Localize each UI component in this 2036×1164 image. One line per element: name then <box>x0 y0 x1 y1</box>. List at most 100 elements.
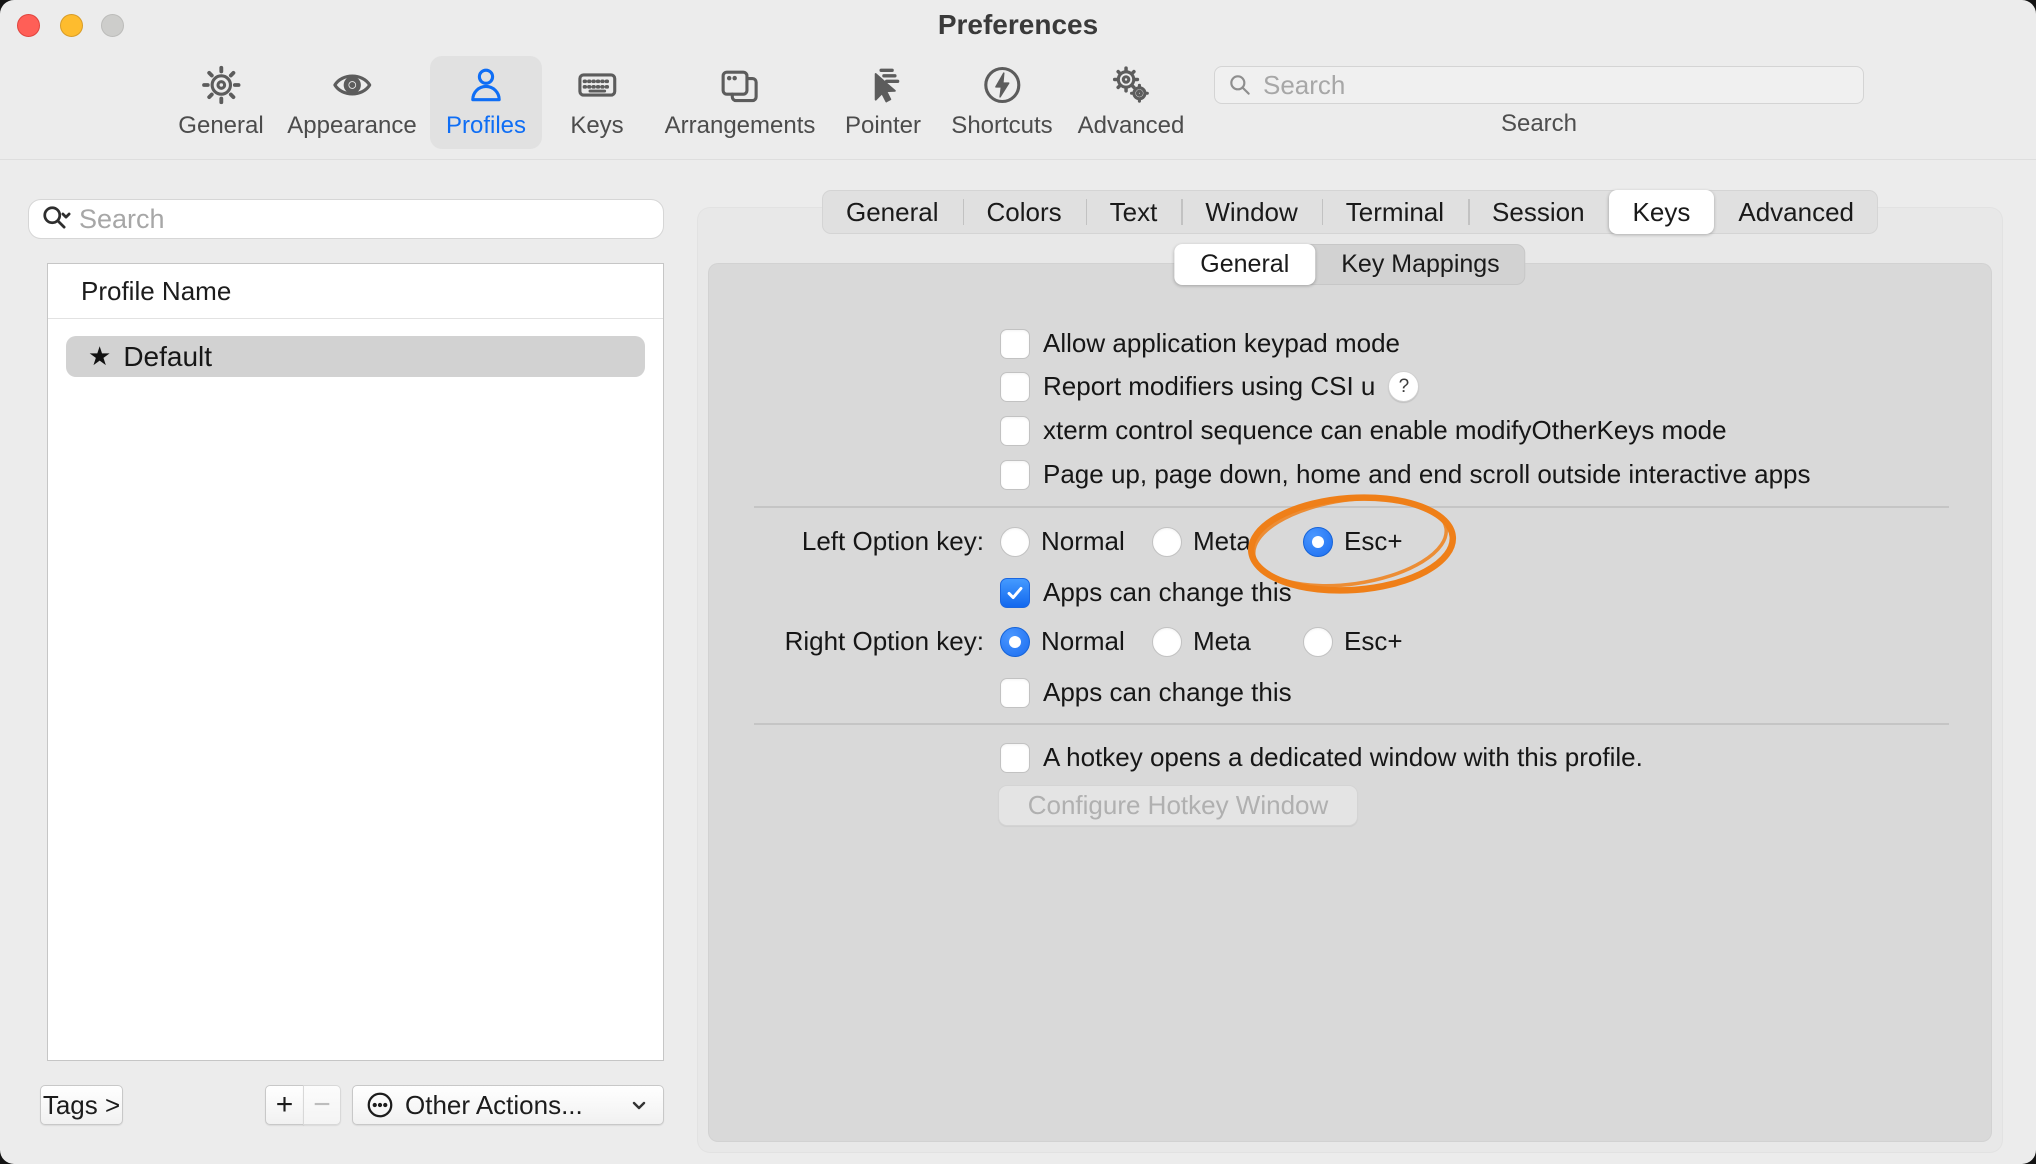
other-actions-label: Other Actions... <box>405 1090 583 1121</box>
toolbar-search-input[interactable] <box>1263 70 1851 101</box>
toolbar-item-label: Shortcuts <box>951 112 1052 140</box>
checkbox-right-apps-can-change[interactable] <box>1000 678 1030 708</box>
toolbar-item-label: Pointer <box>845 112 921 140</box>
left-option-esc[interactable]: Esc+ <box>1303 526 1403 557</box>
row-left-option-key: Left Option key: Normal Meta Esc+ <box>708 526 1992 557</box>
window-title: Preferences <box>0 9 2036 41</box>
search-icon <box>1227 72 1253 98</box>
toolbar-item-general[interactable]: General <box>162 56 279 149</box>
checkbox-label: xterm control sequence can enable modify… <box>1043 415 1727 446</box>
radio-label: Esc+ <box>1344 626 1403 657</box>
toolbar-item-profiles[interactable]: Profiles <box>430 56 542 149</box>
chevron-down-icon <box>627 1093 651 1117</box>
checkbox-label: Page up, page down, home and end scroll … <box>1043 459 1811 490</box>
profile-tabs: General Colors Text Window Terminal Sess… <box>822 190 1878 234</box>
radio-label: Meta <box>1193 526 1251 557</box>
person-icon <box>464 63 508 107</box>
toolbar-item-arrangements[interactable]: Arrangements <box>649 56 832 149</box>
toolbar-item-label: General <box>178 112 263 140</box>
toolbar-search-caption: Search <box>1214 110 1864 138</box>
profile-name: Default <box>123 341 212 373</box>
right-option-meta[interactable]: Meta <box>1152 626 1251 657</box>
radio-esc[interactable] <box>1303 627 1333 657</box>
profile-search-field[interactable] <box>28 199 664 239</box>
profile-row-default[interactable]: ★ Default <box>66 336 645 377</box>
radio-meta[interactable] <box>1152 627 1182 657</box>
row-keypad-mode: Allow application keypad mode <box>1000 328 1400 359</box>
tab-general[interactable]: General <box>822 190 963 234</box>
keyboard-icon <box>575 63 619 107</box>
right-option-key-label: Right Option key: <box>708 626 984 657</box>
tab-colors[interactable]: Colors <box>962 190 1085 234</box>
radio-esc-selected[interactable] <box>1303 527 1333 557</box>
tab-window[interactable]: Window <box>1181 190 1321 234</box>
tab-advanced[interactable]: Advanced <box>1714 190 1878 234</box>
toolbar-item-label: Arrangements <box>665 112 816 140</box>
ellipsis-circle-icon <box>365 1090 395 1120</box>
radio-label: Esc+ <box>1344 526 1403 557</box>
checkbox-left-apps-can-change[interactable] <box>1000 578 1030 608</box>
search-menu-icon <box>41 204 71 234</box>
configure-hotkey-window-button: Configure Hotkey Window <box>998 785 1358 826</box>
radio-label: Meta <box>1193 626 1251 657</box>
left-option-normal[interactable]: Normal <box>1000 526 1125 557</box>
radio-normal[interactable] <box>1000 527 1030 557</box>
right-option-esc[interactable]: Esc+ <box>1303 626 1403 657</box>
toolbar-item-pointer[interactable]: Pointer <box>829 56 937 149</box>
divider <box>754 723 1949 725</box>
subtab-key-mappings[interactable]: Key Mappings <box>1315 244 1525 285</box>
titlebar: Preferences <box>0 0 2036 48</box>
toolbar-item-shortcuts[interactable]: Shortcuts <box>935 56 1068 149</box>
remove-profile-button: − <box>303 1085 341 1125</box>
toolbar-item-label: Keys <box>570 112 623 140</box>
tags-button[interactable]: Tags > <box>40 1085 123 1125</box>
tab-terminal[interactable]: Terminal <box>1322 190 1468 234</box>
row-hotkey: A hotkey opens a dedicated window with t… <box>1000 742 1643 773</box>
star-icon: ★ <box>88 341 111 372</box>
toolbar-item-appearance[interactable]: Appearance <box>271 56 432 149</box>
profile-search-input[interactable] <box>79 204 651 235</box>
checkbox-label: Allow application keypad mode <box>1043 328 1400 359</box>
profile-settings-panel: General Colors Text Window Terminal Sess… <box>698 208 2002 1152</box>
row-modify-other-keys: xterm control sequence can enable modify… <box>1000 415 1727 446</box>
left-option-meta[interactable]: Meta <box>1152 526 1251 557</box>
toolbar-item-keys[interactable]: Keys <box>554 56 639 149</box>
left-option-key-label: Left Option key: <box>708 526 984 557</box>
profile-list: Profile Name ★ Default <box>47 263 664 1061</box>
radio-meta[interactable] <box>1152 527 1182 557</box>
checkbox-modify-other-keys[interactable] <box>1000 416 1030 446</box>
checkbox-keypad-mode[interactable] <box>1000 329 1030 359</box>
checkbox-label: Report modifiers using CSI u <box>1043 371 1375 402</box>
radio-label: Normal <box>1041 526 1125 557</box>
bolt-icon <box>980 63 1024 107</box>
profile-list-header: Profile Name <box>48 264 663 319</box>
checkbox-csi-u[interactable] <box>1000 372 1030 402</box>
tab-text[interactable]: Text <box>1086 190 1182 234</box>
toolbar-item-label: Profiles <box>446 112 526 140</box>
radio-normal-selected[interactable] <box>1000 627 1030 657</box>
cursor-icon <box>861 63 905 107</box>
right-option-normal[interactable]: Normal <box>1000 626 1125 657</box>
keys-subtabs: General Key Mappings <box>1174 244 1525 285</box>
subtab-general[interactable]: General <box>1174 244 1315 285</box>
toolbar-item-label: Advanced <box>1078 112 1185 140</box>
add-profile-button[interactable]: + <box>265 1085 304 1125</box>
toolbar-item-advanced[interactable]: Advanced <box>1062 56 1201 149</box>
tab-keys[interactable]: Keys <box>1609 190 1715 234</box>
checkbox-page-scroll[interactable] <box>1000 460 1030 490</box>
checkbox-label: Apps can change this <box>1043 677 1292 708</box>
radio-label: Normal <box>1041 626 1125 657</box>
toolbar-item-label: Appearance <box>287 112 416 140</box>
divider <box>754 506 1949 508</box>
checkbox-hotkey-window[interactable] <box>1000 743 1030 773</box>
row-right-option-key: Right Option key: Normal Meta Esc+ <box>708 626 1992 657</box>
row-left-apps-can-change: Apps can change this <box>1000 577 1292 608</box>
row-right-apps-can-change: Apps can change this <box>1000 677 1292 708</box>
help-button[interactable]: ? <box>1388 371 1419 402</box>
toolbar: General Appearance Profiles Keys Arrange… <box>0 48 2036 160</box>
toolbar-search-field[interactable] <box>1214 66 1864 104</box>
other-actions-dropdown[interactable]: Other Actions... <box>352 1085 664 1125</box>
tab-session[interactable]: Session <box>1468 190 1609 234</box>
checkbox-label: Apps can change this <box>1043 577 1292 608</box>
row-page-scroll: Page up, page down, home and end scroll … <box>1000 459 1811 490</box>
